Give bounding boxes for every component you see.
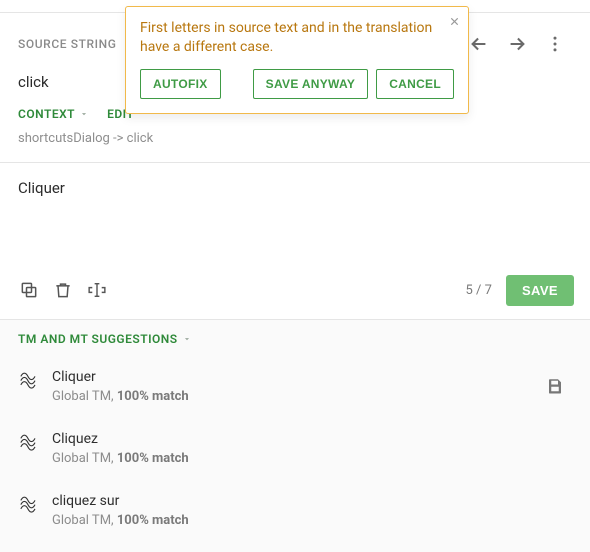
insert-placeholder-button[interactable] bbox=[80, 273, 114, 307]
tm-icon bbox=[18, 494, 38, 514]
chevron-down-icon bbox=[79, 109, 89, 119]
close-icon bbox=[449, 16, 460, 27]
arrow-left-icon bbox=[468, 33, 490, 55]
translation-input[interactable] bbox=[18, 179, 572, 249]
tm-suggestion[interactable]: Cliquer Global TM, 100% match bbox=[0, 356, 590, 418]
suggestion-meta: Global TM, 100% match bbox=[52, 389, 524, 404]
copy-icon bbox=[19, 280, 39, 300]
context-label: CONTEXT bbox=[18, 107, 75, 121]
context-dropdown[interactable]: CONTEXT bbox=[18, 107, 89, 121]
kebab-icon bbox=[545, 34, 565, 54]
more-menu-button[interactable] bbox=[538, 27, 572, 61]
trash-icon bbox=[53, 280, 73, 300]
save-anyway-button[interactable]: SAVE ANYWAY bbox=[253, 69, 369, 99]
chevron-down-icon bbox=[182, 334, 192, 344]
tm-suggestion[interactable]: Cliquez Global TM, 100% match bbox=[0, 418, 590, 480]
cancel-button[interactable]: CANCEL bbox=[376, 69, 454, 99]
tm-icon bbox=[18, 370, 38, 390]
suggestion-text: Cliquez bbox=[52, 431, 572, 447]
progress-counter: 5 / 7 bbox=[466, 283, 492, 298]
suggestion-text: Cliquer bbox=[52, 369, 524, 385]
editor-toolbar: 5 / 7 SAVE bbox=[0, 263, 590, 320]
source-string-label: SOURCE STRING bbox=[18, 37, 117, 51]
apply-suggestion-button[interactable] bbox=[538, 369, 572, 403]
tm-suggestion[interactable]: cliquez sur Global TM, 100% match bbox=[0, 480, 590, 542]
copy-source-button[interactable] bbox=[12, 273, 46, 307]
dialog-close-button[interactable] bbox=[445, 12, 463, 30]
save-icon bbox=[546, 377, 564, 395]
dialog-message: First letters in source text and in the … bbox=[140, 19, 454, 69]
arrow-right-icon bbox=[506, 33, 528, 55]
nav-controls bbox=[462, 27, 572, 61]
suggestion-meta: Global TM, 100% match bbox=[52, 513, 572, 528]
suggestion-meta: Global TM, 100% match bbox=[52, 451, 572, 466]
save-button[interactable]: SAVE bbox=[506, 275, 574, 306]
translation-area bbox=[0, 163, 590, 263]
case-warning-dialog: First letters in source text and in the … bbox=[125, 6, 469, 114]
suggestion-text: cliquez sur bbox=[52, 493, 572, 509]
autofix-button[interactable]: AUTOFIX bbox=[140, 69, 221, 99]
clear-button[interactable] bbox=[46, 273, 80, 307]
next-button[interactable] bbox=[500, 27, 534, 61]
placeholder-icon bbox=[86, 280, 108, 300]
context-path: shortcutsDialog -> click bbox=[0, 127, 590, 163]
tm-header-label: TM AND MT SUGGESTIONS bbox=[18, 332, 178, 346]
tm-suggestions-header[interactable]: TM AND MT SUGGESTIONS bbox=[0, 320, 590, 356]
tm-icon bbox=[18, 432, 38, 452]
